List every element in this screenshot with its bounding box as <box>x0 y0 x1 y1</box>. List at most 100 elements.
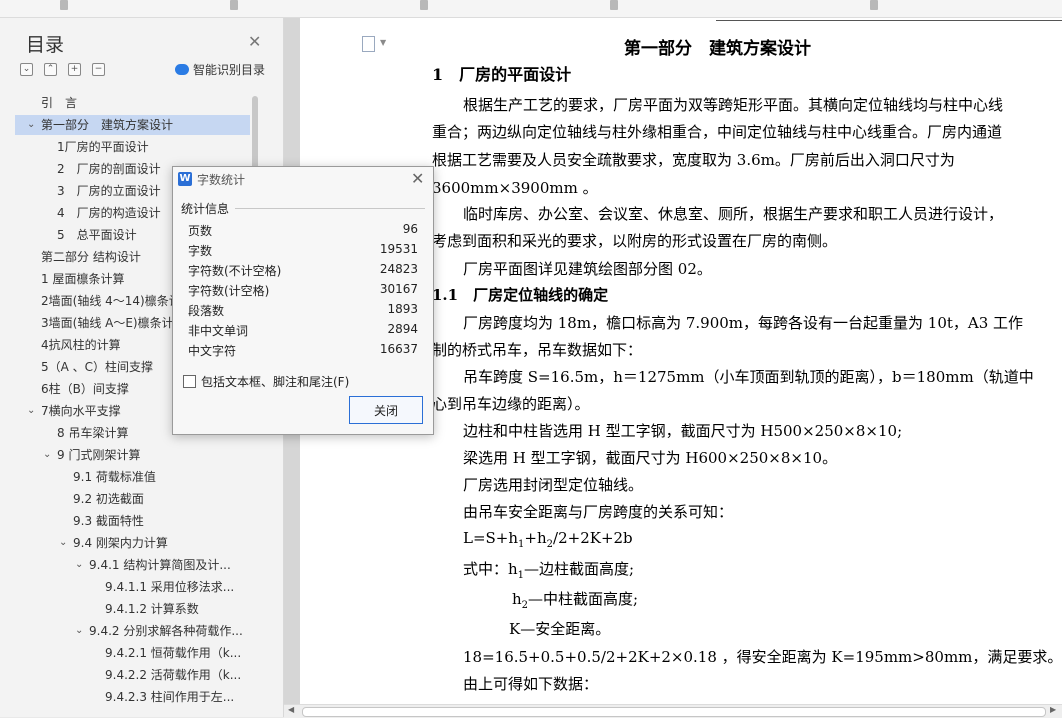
stat-label: 字符数(不计空格) <box>188 264 282 278</box>
toc-item-label: 9.4.2.2 活荷载作用（k... <box>105 668 242 682</box>
stat-row: 字符数(计空格) 30167 <box>188 279 418 299</box>
toc-item-label: 4 厂房的构造设计 <box>57 206 161 220</box>
toc-item[interactable]: ⌄ 9.4.2 分别求解各种荷载作... <box>15 621 250 641</box>
horizontal-scrollbar[interactable]: ◀ ▶ <box>284 704 1062 718</box>
paragraph-line: 制的桥式吊车，吊车数据如下： <box>432 341 643 359</box>
close-icon[interactable]: ✕ <box>411 169 424 188</box>
toc-item-label: 9.4.1.1 采用位移法求... <box>105 580 235 594</box>
toc-item[interactable]: 9.3 截面特性 <box>15 511 250 531</box>
chevron-down-icon[interactable]: ⌄ <box>27 401 39 421</box>
formula-line: L=S+h1+h2/2+2K+2b <box>463 529 633 550</box>
paragraph-line: 吊车跨度 S=16.5m，h＝1275mm（小车顶面到轨顶的距离），b＝180m… <box>463 368 1034 386</box>
stat-value: 1893 <box>387 302 418 316</box>
chevron-down-icon[interactable]: ⌄ <box>27 115 39 135</box>
scroll-right-icon[interactable]: ▶ <box>1050 705 1056 714</box>
toc-item[interactable]: 1厂房的平面设计 <box>15 137 250 157</box>
toc-item[interactable]: 9.4.1.2 计算系数 <box>15 599 250 619</box>
paragraph-line: 考虑到面积和采光的要求，以附房的形式设置在厂房的南侧。 <box>432 232 838 250</box>
chevron-down-icon[interactable]: ⌄ <box>75 555 87 575</box>
expand-all-icon[interactable]: ⌄ <box>20 63 33 76</box>
smart-toc-button[interactable]: 智能识别目录 <box>175 61 265 78</box>
toc-item-label: 5 总平面设计 <box>57 228 137 242</box>
stat-value: 24823 <box>379 262 418 276</box>
paragraph-line: 18=16.5+0.5+0.5/2+2K+2×0.18 ，得安全距离为 K=19… <box>463 648 1062 666</box>
toc-item[interactable]: 9.4.2.1 恒荷载作用（k... <box>15 643 250 663</box>
toc-item-label: 2墙面(轴线 4～14)檩条计 <box>41 294 181 308</box>
stat-row: 段落数 1893 <box>188 299 418 319</box>
collapse-all-icon[interactable]: ⌃ <box>44 63 57 76</box>
close-button[interactable]: 关闭 <box>349 396 423 424</box>
stat-value: 30167 <box>379 282 418 296</box>
document-icon[interactable] <box>362 36 375 52</box>
chevron-down-icon[interactable]: ⌄ <box>43 445 55 465</box>
toc-item-label: 1厂房的平面设计 <box>57 140 149 154</box>
toolbar-button[interactable] <box>870 0 878 10</box>
toc-item[interactable]: 9.1 荷载标准值 <box>15 467 250 487</box>
toc-item[interactable]: 9.4.2.3 柱间作用于左... <box>15 687 250 707</box>
toc-item[interactable]: 9.4.1.1 采用位移法求... <box>15 577 250 597</box>
checkbox[interactable] <box>183 375 196 388</box>
toc-item-label: 9.4.1.2 计算系数 <box>105 602 199 616</box>
scroll-thumb[interactable] <box>302 707 1046 717</box>
toc-title: 目录 <box>26 34 65 56</box>
paragraph-line: 厂房跨度均为 18m，檐口标高为 7.900m，每跨各设有一台起重量为 10t，… <box>463 314 1024 332</box>
toolbar-button[interactable] <box>420 0 428 10</box>
toc-item-label: 9 门式刚架计算 <box>57 448 141 462</box>
toc-item[interactable]: 引 言 <box>15 93 250 113</box>
toc-item[interactable]: ⌄ 9.4.1 结构计算简图及计... <box>15 555 250 575</box>
toolbar-button[interactable] <box>230 0 238 10</box>
checkbox-label: 包括文本框、脚注和尾注(F) <box>201 375 350 389</box>
definition-line: 式中：h1—边柱截面高度; <box>463 560 635 581</box>
stat-label: 非中文单词 <box>188 324 249 338</box>
toc-item-label: 8 吊车梁计算 <box>57 426 129 440</box>
toc-item[interactable]: ⌄ 9.4 刚架内力计算 <box>15 533 250 553</box>
divider <box>235 208 425 209</box>
toc-item[interactable]: 9.2 初选截面 <box>15 489 250 509</box>
toc-item[interactable]: ⌄ 第一部分 建筑方案设计 <box>15 115 250 135</box>
toc-item-label: 9.2 初选截面 <box>73 492 144 506</box>
word-count-dialog: W 字数统计 ✕ 统计信息 页数 96 字数 19531 字符数(不计空格) 24823 字… <box>172 166 434 435</box>
toc-item-label: 第一部分 建筑方案设计 <box>41 118 174 132</box>
close-icon[interactable]: ✕ <box>248 32 261 51</box>
stat-value: 16637 <box>379 342 418 356</box>
toolbar-button[interactable] <box>610 0 618 10</box>
toc-item[interactable]: 9.4.2.2 活荷载作用（k... <box>15 665 250 685</box>
scroll-left-icon[interactable]: ◀ <box>288 705 294 714</box>
toc-item-label: 9.3 截面特性 <box>73 514 144 528</box>
toc-item-label: 1 屋面檩条计算 <box>41 272 125 286</box>
paragraph-line: 厂房平面图详见建筑绘图部分图 02。 <box>463 260 712 278</box>
stats-section-label: 统计信息 <box>181 202 230 216</box>
toc-item-label: 第二部分 结构设计 <box>41 250 141 264</box>
stat-label: 字数 <box>188 244 213 258</box>
paragraph-line: 临时库房、办公室、会议室、休息室、厕所，根据生产要求和职工人员进行设计， <box>463 205 1004 223</box>
paragraph-line: 由吊车安全距离与厂房跨度的关系可知： <box>463 503 734 521</box>
toc-item-label: 9.4.2 分别求解各种荷载作... <box>89 624 243 638</box>
toolbar-button[interactable] <box>60 0 68 10</box>
toc-item-label: 5（A 、C）柱间支撑 <box>41 360 154 374</box>
paragraph-line: 3600mm×3900mm 。 <box>432 179 598 197</box>
toc-item-label: 引 言 <box>41 96 78 110</box>
stat-value: 2894 <box>387 322 418 336</box>
toc-item-label: 3墙面(轴线 A～E)檩条计 <box>41 316 174 330</box>
chevron-down-icon[interactable]: ▼ <box>380 38 386 47</box>
stat-row: 页数 96 <box>188 219 418 239</box>
toc-item-label: 2 厂房的剖面设计 <box>57 162 161 176</box>
stat-value: 96 <box>402 222 418 236</box>
toc-item-label: 7横向水平支撑 <box>41 404 121 418</box>
definition-line: h2—中柱截面高度; <box>512 590 639 611</box>
chevron-down-icon[interactable]: ⌄ <box>75 621 87 641</box>
stat-row: 字数 19531 <box>188 239 418 259</box>
dialog-title: 字数统计 <box>197 173 246 187</box>
add-icon[interactable]: + <box>68 63 81 76</box>
include-textbox-checkbox[interactable]: 包括文本框、脚注和尾注(F) <box>183 373 349 390</box>
dialog-titlebar[interactable]: W 字数统计 ✕ <box>173 167 433 191</box>
app-logo-icon: W <box>178 172 192 186</box>
toc-item-label: 6柱（B）间支撑 <box>41 382 129 396</box>
toc-item[interactable]: ⌄ 9 门式刚架计算 <box>15 445 250 465</box>
toc-item-label: 9.1 荷载标准值 <box>73 470 156 484</box>
minus-icon[interactable]: − <box>92 63 105 76</box>
toc-item-label: 9.4.2.1 恒荷载作用（k... <box>105 646 242 660</box>
heading-2: 1.1 厂房定位轴线的确定 <box>432 286 609 304</box>
chevron-down-icon[interactable]: ⌄ <box>59 533 71 553</box>
cloud-icon <box>175 64 189 75</box>
